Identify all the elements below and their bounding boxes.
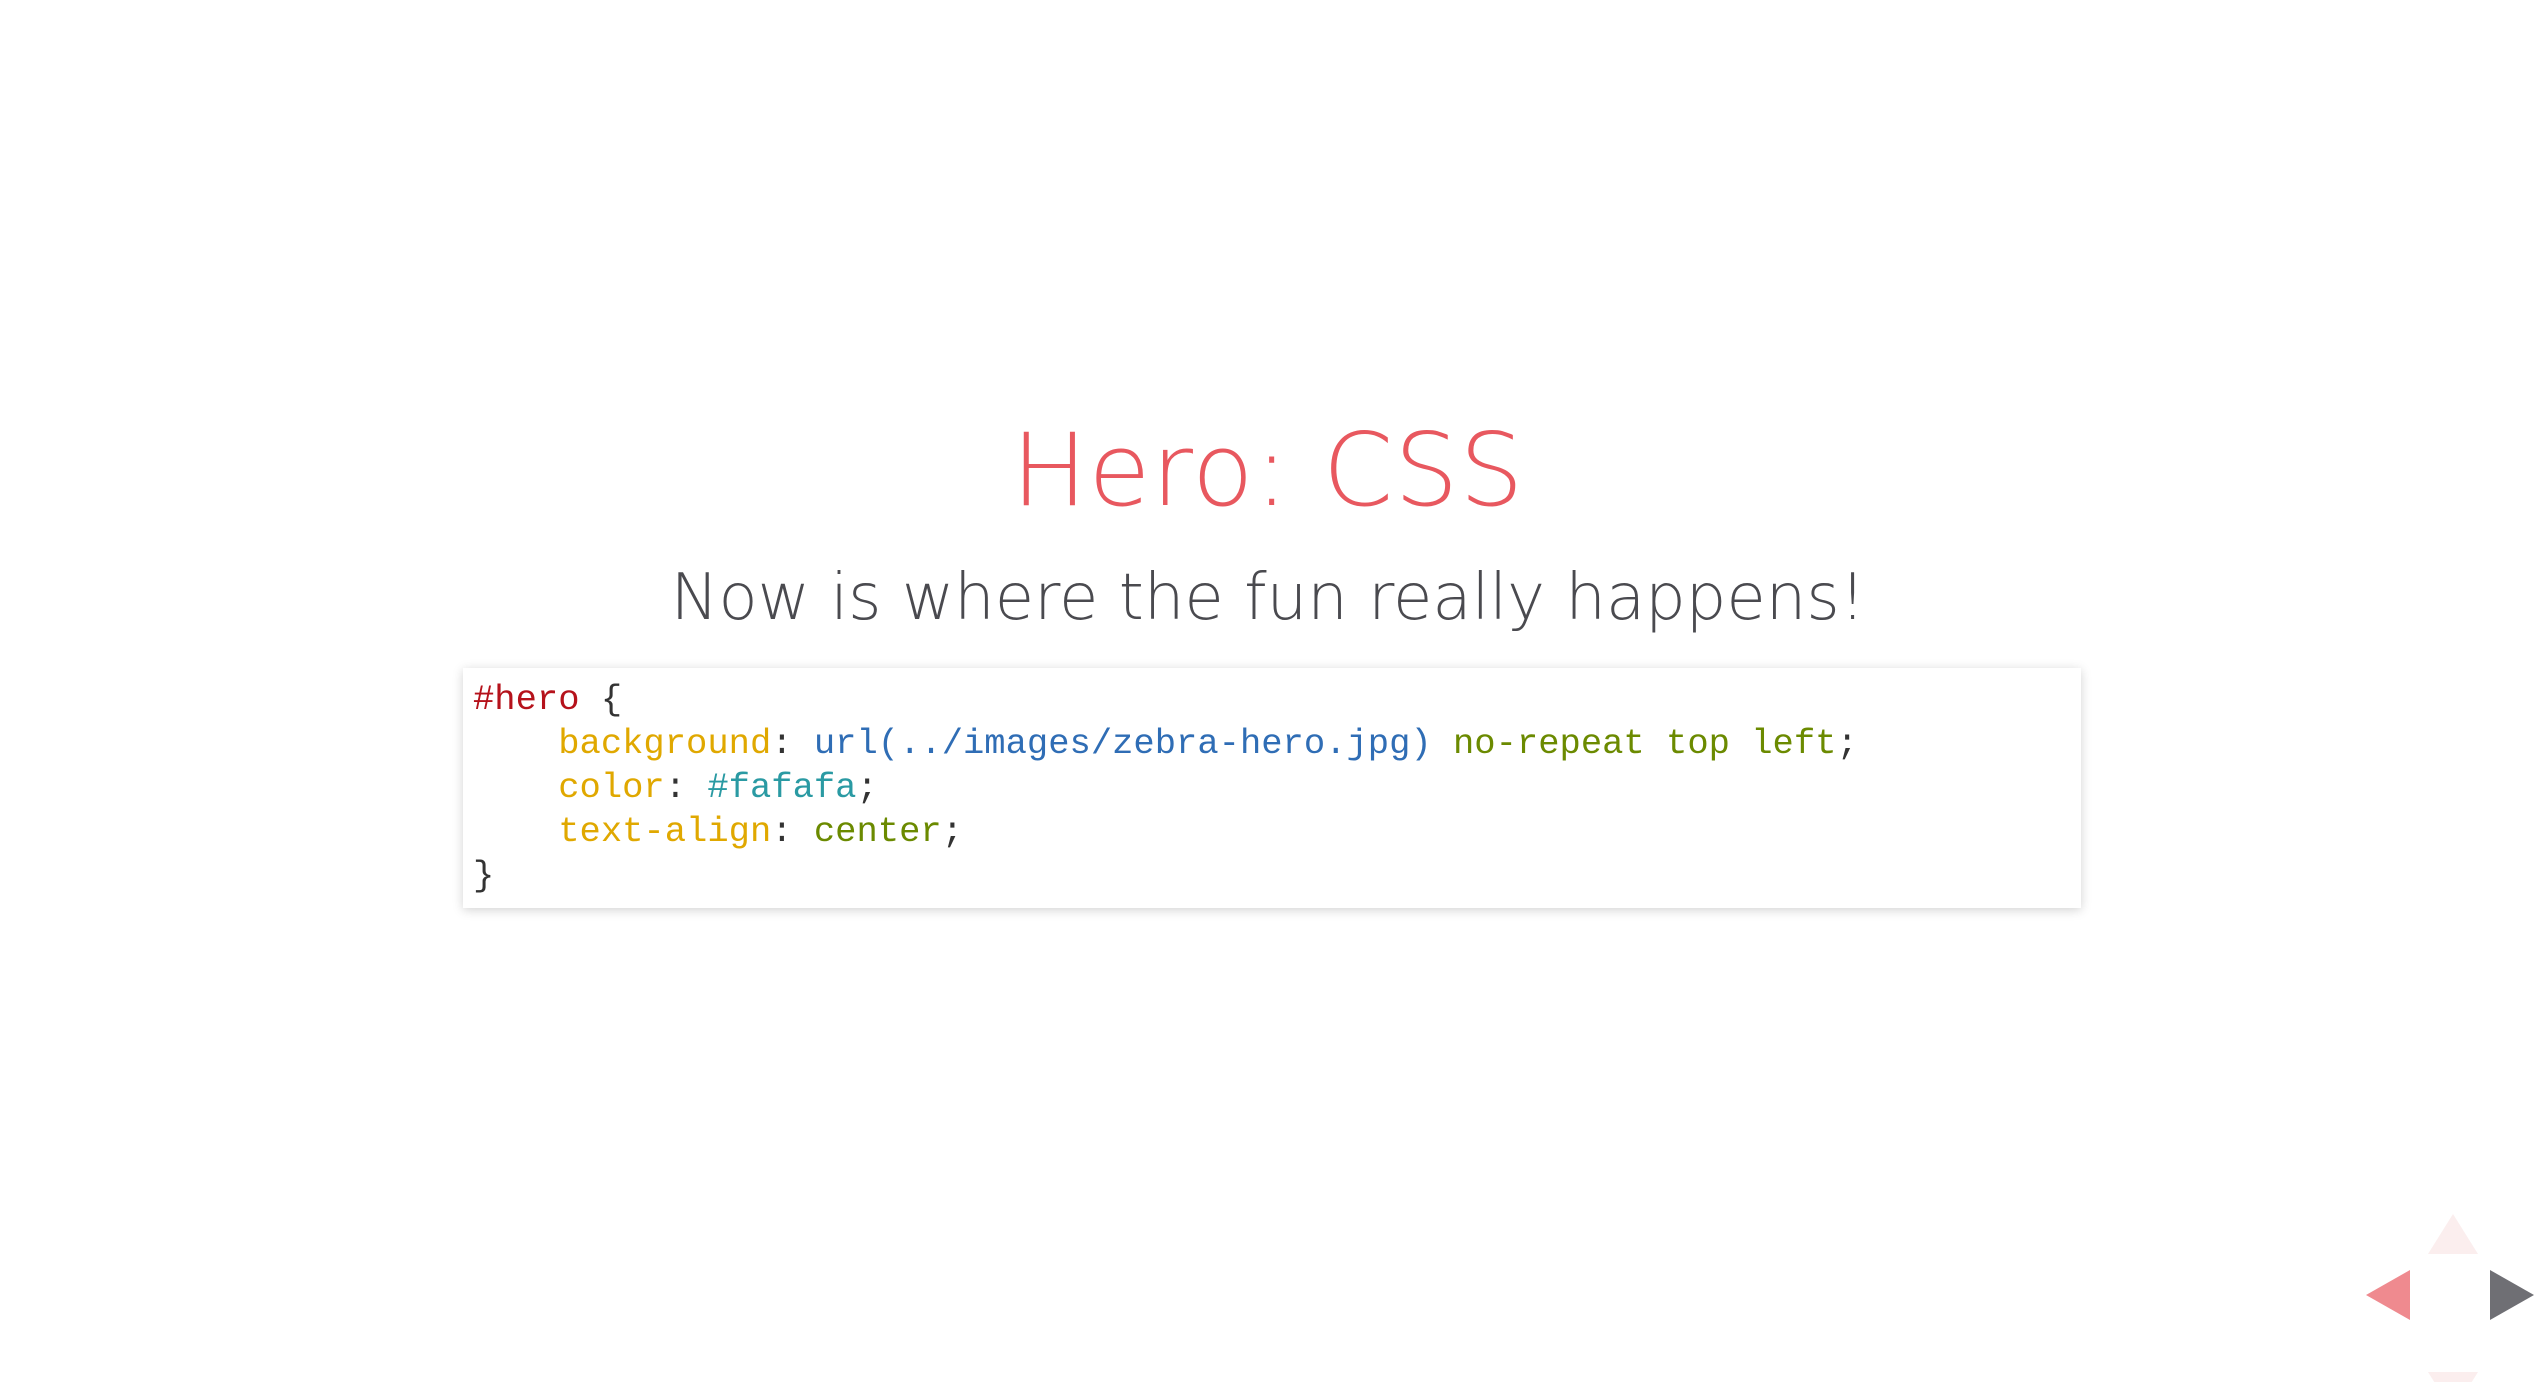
slide-subtitle: Now is where the fun really happens! (670, 561, 1866, 635)
close-brace: } (473, 855, 495, 896)
css-value-hex: #fafafa (707, 767, 857, 808)
code-content: #hero { background: url(../images/zebra-… (473, 678, 2071, 898)
triangle-up-icon (2428, 1214, 2478, 1254)
semicolon: ; (856, 767, 878, 808)
css-property-color: color (558, 767, 665, 808)
semicolon: ; (1836, 723, 1858, 764)
semicolon: ; (941, 811, 964, 852)
css-value-keywords: no-repeat top left (1453, 723, 1837, 764)
colon: : (771, 723, 814, 764)
css-selector: #hero (473, 679, 580, 720)
css-value-url: url(../images/zebra-hero.jpg) (813, 723, 1432, 764)
slide-navigation (2336, 1202, 2536, 1382)
css-value-center: center (813, 811, 942, 852)
colon: : (664, 767, 708, 808)
code-block: #hero { background: url(../images/zebra-… (463, 668, 2081, 908)
css-property-text-align: text-align (558, 811, 772, 852)
css-property-background: background (558, 723, 772, 764)
slide-title: Hero: CSS (1011, 411, 1525, 529)
triangle-left-icon[interactable] (2366, 1270, 2410, 1320)
open-brace: { (579, 679, 623, 720)
colon: : (771, 811, 814, 852)
triangle-down-icon (2428, 1372, 2478, 1382)
triangle-right-icon[interactable] (2490, 1270, 2534, 1320)
slide: Hero: CSS Now is where the fun really ha… (0, 0, 2536, 1382)
